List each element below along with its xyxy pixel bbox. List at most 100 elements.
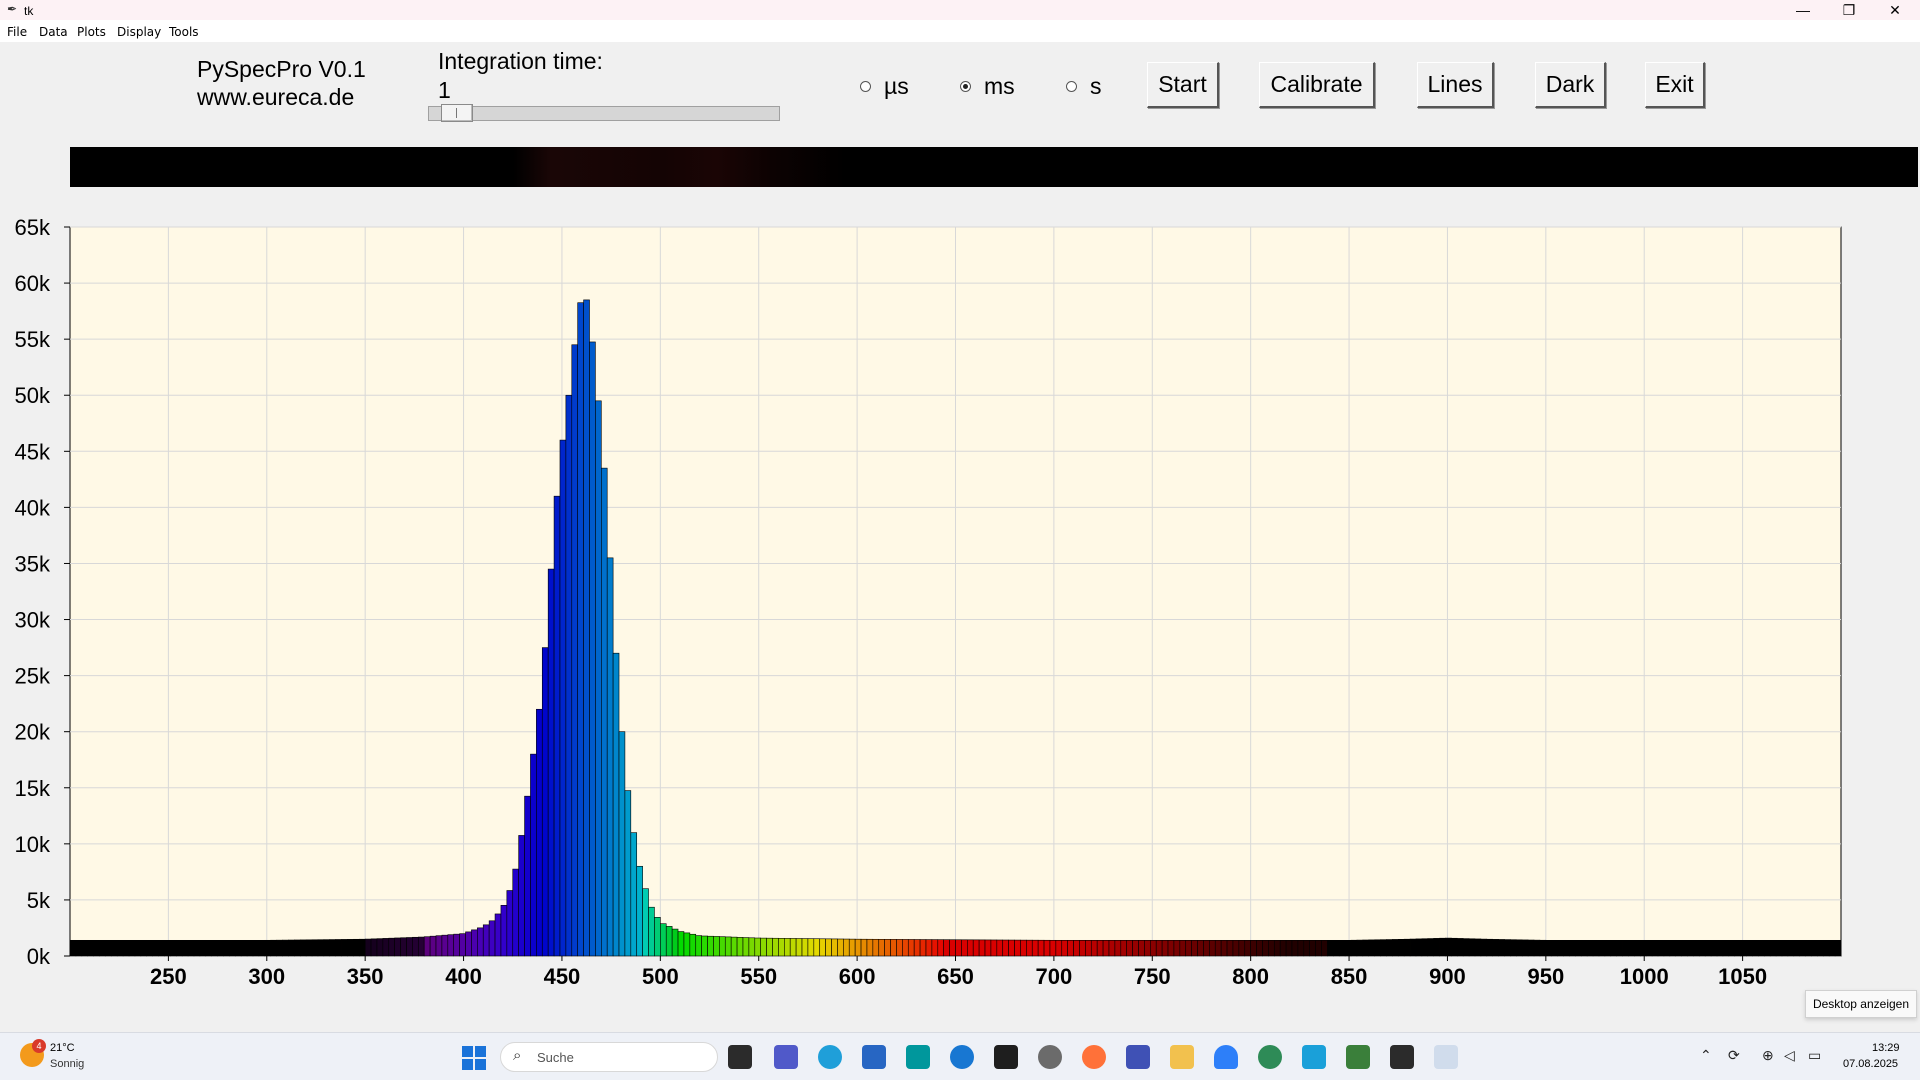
- spectrum-bar: [1663, 939, 1671, 957]
- spectrum-bar: [1214, 939, 1222, 957]
- spectrum-bar: [1380, 939, 1387, 957]
- y-tick-label: 55k: [15, 327, 51, 352]
- spectrum-bar: [1085, 939, 1092, 957]
- radio-ms[interactable]: ms: [960, 73, 1015, 99]
- integration-time-slider-thumb[interactable]: [440, 104, 473, 122]
- file-explorer-icon[interactable]: [1170, 1045, 1194, 1069]
- integration-time-slider[interactable]: [428, 106, 780, 121]
- firefox-icon[interactable]: [1082, 1045, 1106, 1069]
- store-icon[interactable]: [862, 1045, 886, 1069]
- terminal-icon[interactable]: [994, 1045, 1018, 1069]
- spectrum-bar: [1297, 939, 1305, 957]
- taskbar-search[interactable]: ⌕ Suche: [500, 1042, 718, 1072]
- spectrum-bar: [99, 939, 106, 957]
- spectrum-bar: [1468, 938, 1476, 957]
- clock-date[interactable]: 07.08.2025: [1843, 1058, 1898, 1070]
- x-axis: 250 300 350 400 450 500 550 600 650 700 750 800 850 9…: [150, 956, 1767, 989]
- close-button[interactable]: ✕: [1872, 0, 1918, 20]
- sync-icon[interactable]: ⟳: [1728, 1047, 1740, 1064]
- x-tick-label: 600: [839, 964, 876, 989]
- battery-icon[interactable]: ▭: [1808, 1047, 1821, 1064]
- gimp-icon[interactable]: [1038, 1045, 1062, 1069]
- integration-time-value: 1: [438, 77, 451, 103]
- speaker-muted-icon[interactable]: ◁: [1784, 1047, 1795, 1064]
- network-app-icon[interactable]: [1346, 1045, 1370, 1069]
- lines-button[interactable]: Lines: [1417, 62, 1494, 108]
- spectrum-bar: [630, 832, 638, 957]
- spectrum-bar: [642, 888, 649, 957]
- spectrum-bar: [1533, 939, 1541, 957]
- spectrum-bar: [482, 924, 490, 957]
- spectrum-bar: [618, 731, 626, 957]
- spectrum-bar: [217, 939, 224, 957]
- spectrum-bar: [152, 939, 159, 957]
- menu-display[interactable]: Display: [117, 25, 161, 39]
- feather-app-icon[interactable]: [1434, 1045, 1458, 1069]
- radio-s[interactable]: s: [1066, 73, 1102, 99]
- x-tick-label: 250: [150, 964, 187, 989]
- spectrum-bar: [701, 935, 708, 957]
- app-tools-icon[interactable]: [1126, 1045, 1150, 1069]
- menu-plots[interactable]: Plots: [77, 25, 106, 39]
- spectrum-bar: [1474, 938, 1482, 957]
- spectrum-bar: [87, 939, 94, 957]
- show-desktop-tooltip: Desktop anzeigen: [1805, 990, 1917, 1018]
- app-arch-icon[interactable]: [1214, 1045, 1238, 1069]
- hs-app-icon[interactable]: [1258, 1045, 1282, 1069]
- spectrum-bar: [1155, 939, 1163, 957]
- spectrum-bar: [1020, 939, 1027, 957]
- spectrum-bar: [1817, 939, 1824, 957]
- clock-time[interactable]: 13:29: [1872, 1042, 1900, 1054]
- spectrum-bar: [81, 939, 89, 957]
- radio-us[interactable]: µs: [860, 73, 909, 99]
- spectrum-bar: [1669, 939, 1677, 957]
- teams-icon[interactable]: [774, 1045, 798, 1069]
- minimize-button[interactable]: —: [1780, 0, 1826, 20]
- spectrum-bar: [305, 939, 313, 957]
- dark-button[interactable]: Dark: [1535, 62, 1606, 108]
- spectrum-bar: [689, 933, 697, 957]
- spectrum-bar: [1026, 939, 1033, 957]
- spectrum-bar: [754, 937, 761, 957]
- spectrum-bar: [311, 939, 319, 957]
- spectrum-bar: [1338, 939, 1346, 957]
- windows-start-icon[interactable]: [462, 1046, 486, 1070]
- start-button[interactable]: Start: [1147, 62, 1219, 108]
- network-globe-icon[interactable]: ⊕: [1762, 1047, 1774, 1064]
- spectrum-bar: [1244, 939, 1251, 957]
- menu-data[interactable]: Data: [39, 25, 68, 39]
- console-icon[interactable]: [1390, 1045, 1414, 1069]
- spectrum-bar: [612, 652, 620, 957]
- spectrum-bar: [246, 939, 254, 957]
- menu-bar: File Data Plots Display Tools: [0, 20, 1920, 42]
- weather-temperature[interactable]: 21°C: [50, 1042, 75, 1054]
- spectrum-bar: [902, 939, 909, 957]
- spectrum-bar: [187, 939, 195, 957]
- tray-chevron-up-icon[interactable]: ⌃: [1700, 1047, 1712, 1064]
- maximize-button[interactable]: ❐: [1826, 0, 1872, 20]
- app-blue-circle-icon[interactable]: [950, 1045, 974, 1069]
- menu-file[interactable]: File: [7, 25, 27, 39]
- spectrum-bar: [1392, 939, 1399, 957]
- radio-ms-indicator[interactable]: [960, 80, 971, 92]
- spectrum-bar: [606, 557, 614, 957]
- spectrum-bar: [1067, 939, 1074, 957]
- radio-s-indicator[interactable]: [1066, 80, 1077, 92]
- arduino-icon[interactable]: [906, 1045, 930, 1069]
- spectrum-bar: [423, 936, 431, 957]
- spectrum-bar: [1055, 939, 1063, 957]
- notepad-icon[interactable]: [1302, 1045, 1326, 1069]
- spectrum-bar: [1421, 938, 1429, 957]
- calibrate-button[interactable]: Calibrate: [1259, 62, 1375, 108]
- spectrum-bar: [1014, 939, 1021, 957]
- task-view-icon[interactable]: [728, 1045, 752, 1069]
- edge-icon[interactable]: [818, 1045, 842, 1069]
- spectrum-bar: [1268, 939, 1275, 957]
- exit-button[interactable]: Exit: [1645, 62, 1705, 108]
- spectrum-bar: [435, 935, 443, 957]
- spectrum-bar: [1043, 939, 1051, 957]
- radio-us-indicator[interactable]: [860, 80, 871, 92]
- weather-condition[interactable]: Sonnig: [50, 1058, 84, 1070]
- spectrum-bar: [1639, 939, 1647, 957]
- menu-tools[interactable]: Tools: [169, 25, 199, 39]
